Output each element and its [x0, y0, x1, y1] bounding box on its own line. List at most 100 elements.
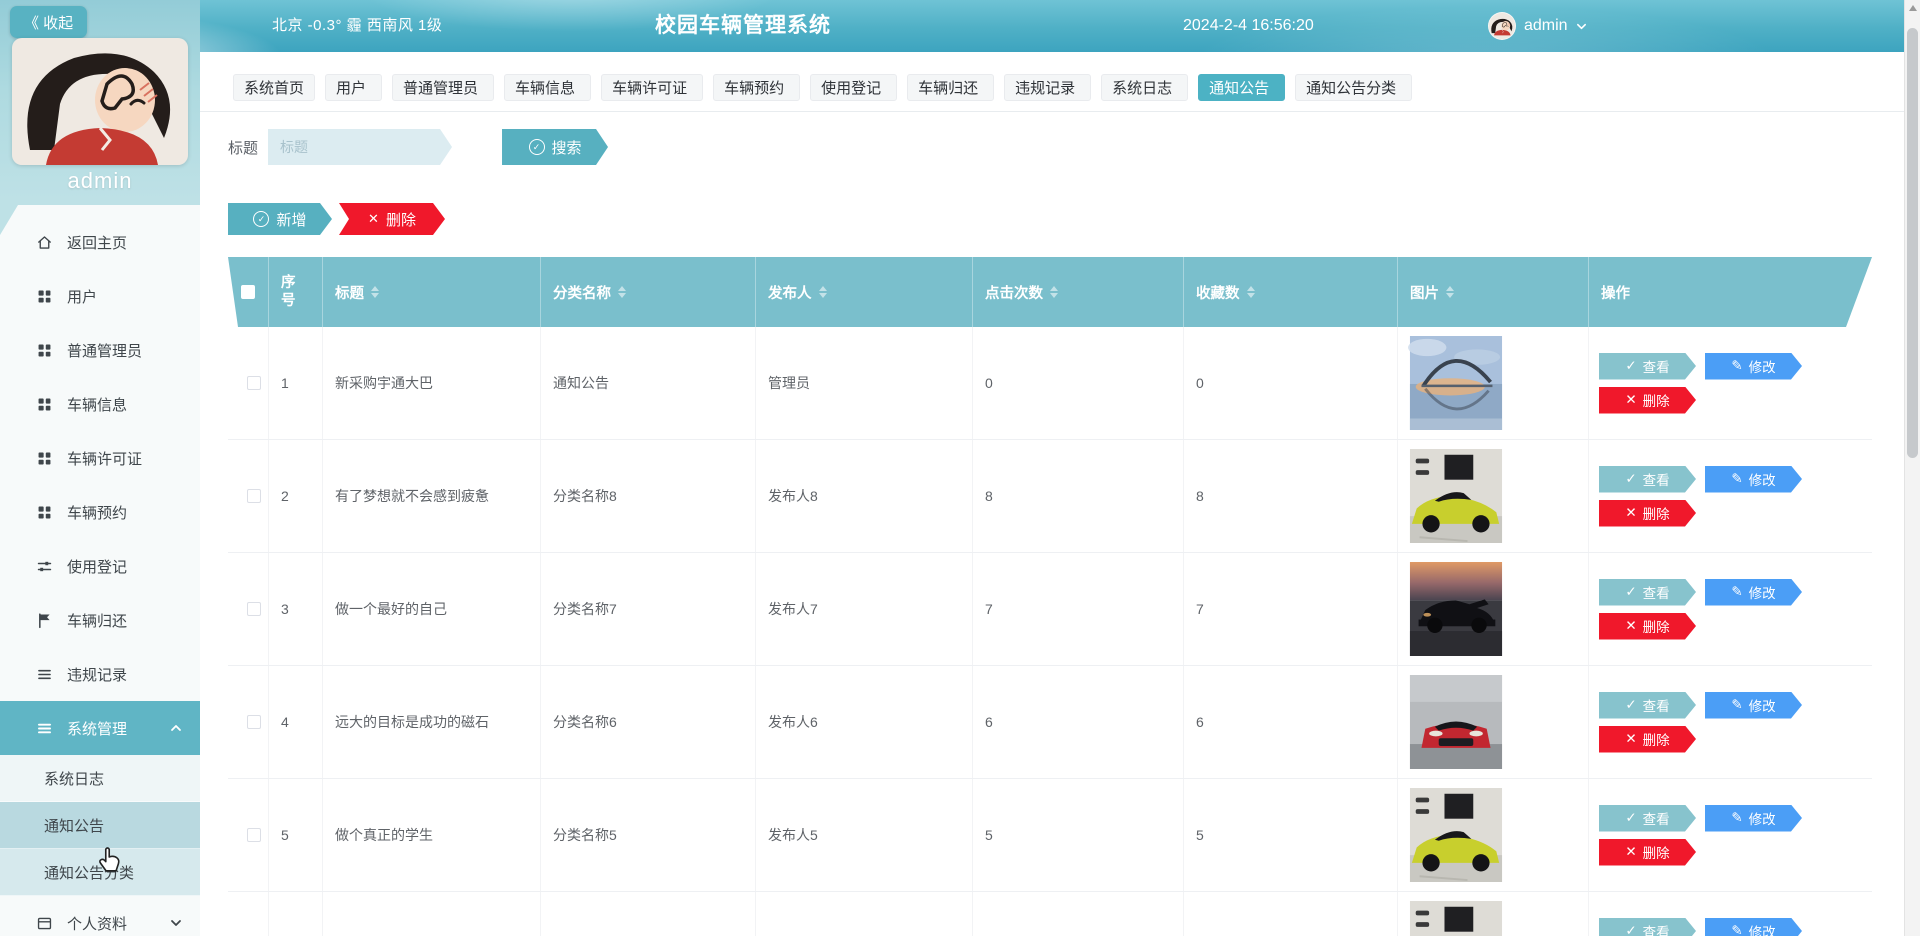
sidebar-item-label: 个人资料: [67, 913, 127, 934]
scroll-up-icon[interactable]: [1909, 5, 1917, 11]
edit-button[interactable]: ✎ 修改: [1705, 692, 1802, 719]
menu-icon: [36, 504, 53, 521]
toolbar: ✓ 新增 ✕ 删除: [228, 203, 1904, 235]
tab-车辆归还[interactable]: 车辆归还: [907, 74, 994, 101]
topbar: 北京 -0.3° 霾 西南风 1级 校园车辆管理系统 2024-2-4 16:5…: [0, 0, 1904, 52]
sidebar-item-用户[interactable]: 用户: [0, 269, 200, 323]
tab-违规记录[interactable]: 违规记录: [1004, 74, 1091, 101]
col-image[interactable]: 图片: [1397, 257, 1588, 327]
scrollbar[interactable]: [1904, 0, 1920, 936]
view-button[interactable]: ✓ 查看: [1599, 579, 1696, 606]
row-checkbox[interactable]: [247, 489, 261, 503]
tab-系统日志[interactable]: 系统日志: [1101, 74, 1188, 101]
sidebar-item-普通管理员[interactable]: 普通管理员: [0, 323, 200, 377]
tab-用户[interactable]: 用户: [325, 74, 382, 101]
sort-icon[interactable]: [1247, 286, 1255, 298]
view-button[interactable]: ✓ 查看: [1599, 692, 1696, 719]
col-title[interactable]: 标题: [322, 257, 540, 327]
table-row: 3 做一个最好的自己 分类名称7 发布人7 7 7 ✓ 查看 ✎ 修改 ✕ 删除: [228, 553, 1872, 666]
main-content: 系统首页 用户 普通管理员 车辆信息 车辆许可证 车辆预约 使用登记 车辆归还 …: [200, 52, 1904, 936]
row-checkbox[interactable]: [247, 828, 261, 842]
row-favorites: [1183, 892, 1397, 936]
scrollbar-thumb[interactable]: [1907, 28, 1918, 458]
row-index: 1: [268, 327, 322, 439]
edit-button[interactable]: ✎ 修改: [1705, 805, 1802, 832]
sidebar-item-个人资料[interactable]: 个人资料: [0, 896, 200, 936]
circle-check-icon: ✓: [529, 139, 545, 155]
search-button[interactable]: ✓ 搜索: [502, 129, 608, 165]
col-category[interactable]: 分类名称: [540, 257, 755, 327]
view-button[interactable]: ✓ 查看: [1599, 805, 1696, 832]
tab-label: 用户: [336, 77, 366, 98]
sidebar-item-返回主页[interactable]: 返回主页: [0, 215, 200, 269]
edit-button[interactable]: ✎ 修改: [1705, 579, 1802, 606]
tab-车辆许可证[interactable]: 车辆许可证: [601, 74, 703, 101]
sidebar-item-label: 车辆预约: [67, 502, 127, 523]
row-image[interactable]: [1408, 449, 1504, 543]
sidebar-item-车辆预约[interactable]: 车辆预约: [0, 485, 200, 539]
tab-车辆预约[interactable]: 车辆预约: [713, 74, 800, 101]
view-button[interactable]: ✓ 查看: [1599, 466, 1696, 493]
row-index: 2: [268, 440, 322, 552]
tab-label: 系统首页: [244, 77, 304, 98]
row-checkbox[interactable]: [247, 376, 261, 390]
row-delete-button[interactable]: ✕ 删除: [1599, 387, 1696, 414]
sort-icon[interactable]: [618, 286, 626, 298]
row-image[interactable]: [1408, 901, 1504, 936]
sidebar-item-label: 车辆许可证: [67, 448, 142, 469]
tab-使用登记[interactable]: 使用登记: [810, 74, 897, 101]
edit-button[interactable]: ✎ 修改: [1705, 918, 1802, 936]
sidebar-subitem-系统日志[interactable]: 系统日志: [0, 755, 200, 802]
datetime-text: 2024-2-4 16:56:20: [1183, 0, 1314, 52]
tabs-divider: [200, 111, 1904, 112]
sidebar-item-使用登记[interactable]: 使用登记: [0, 539, 200, 593]
collapse-sidebar-button[interactable]: 《 收起: [10, 6, 87, 38]
tab-label: 车辆许可证: [612, 77, 687, 98]
sidebar-item-违规记录[interactable]: 违规记录: [0, 647, 200, 701]
view-button[interactable]: ✓ 查看: [1599, 918, 1696, 936]
row-checkbox[interactable]: [247, 602, 261, 616]
user-menu[interactable]: admin: [1488, 0, 1587, 52]
sort-icon[interactable]: [371, 286, 379, 298]
data-table: 序号 标题 分类名称 发布人 点击次数 收藏数 图片 操作 1 新采购宇通大巴 …: [228, 257, 1872, 936]
sidebar-item-车辆归还[interactable]: 车辆归还: [0, 593, 200, 647]
row-clicks: 8: [972, 440, 1183, 552]
select-all-checkbox[interactable]: [241, 285, 255, 299]
sidebar-item-车辆信息[interactable]: 车辆信息: [0, 377, 200, 431]
sidebar-item-label: 普通管理员: [67, 340, 142, 361]
row-image[interactable]: [1408, 562, 1504, 656]
row-checkbox[interactable]: [247, 715, 261, 729]
sort-icon[interactable]: [819, 286, 827, 298]
row-category: 分类名称7: [540, 553, 755, 665]
row-delete-button[interactable]: ✕ 删除: [1599, 839, 1696, 866]
delete-button[interactable]: ✕ 删除: [339, 203, 445, 235]
edit-button[interactable]: ✎ 修改: [1705, 466, 1802, 493]
col-publisher[interactable]: 发布人: [755, 257, 972, 327]
row-image[interactable]: [1408, 336, 1504, 430]
tab-系统首页[interactable]: 系统首页: [233, 74, 315, 101]
tab-车辆信息[interactable]: 车辆信息: [504, 74, 591, 101]
sort-icon[interactable]: [1446, 286, 1454, 298]
sort-icon[interactable]: [1050, 286, 1058, 298]
row-image[interactable]: [1408, 788, 1504, 882]
check-icon: ✓: [1625, 697, 1636, 713]
search-input[interactable]: [268, 129, 452, 165]
sidebar-item-系统管理[interactable]: 系统管理: [0, 701, 200, 755]
view-button[interactable]: ✓ 查看: [1599, 353, 1696, 380]
row-publisher: 管理员: [755, 327, 972, 439]
row-delete-button[interactable]: ✕ 删除: [1599, 726, 1696, 753]
col-actions: 操作: [1588, 257, 1872, 327]
col-clicks[interactable]: 点击次数: [972, 257, 1183, 327]
add-button[interactable]: ✓ 新增: [228, 203, 332, 235]
tab-通知公告[interactable]: 通知公告: [1198, 74, 1285, 101]
row-delete-button[interactable]: ✕ 删除: [1599, 500, 1696, 527]
sidebar-subitem-通知公告[interactable]: 通知公告: [0, 802, 200, 849]
row-image[interactable]: [1408, 675, 1504, 769]
tab-普通管理员[interactable]: 普通管理员: [392, 74, 494, 101]
sidebar-item-车辆许可证[interactable]: 车辆许可证: [0, 431, 200, 485]
col-favorites[interactable]: 收藏数: [1183, 257, 1397, 327]
sidebar-subitem-通知公告分类[interactable]: 通知公告分类: [0, 849, 200, 896]
edit-button[interactable]: ✎ 修改: [1705, 353, 1802, 380]
row-delete-button[interactable]: ✕ 删除: [1599, 613, 1696, 640]
tab-通知公告分类[interactable]: 通知公告分类: [1295, 74, 1412, 101]
